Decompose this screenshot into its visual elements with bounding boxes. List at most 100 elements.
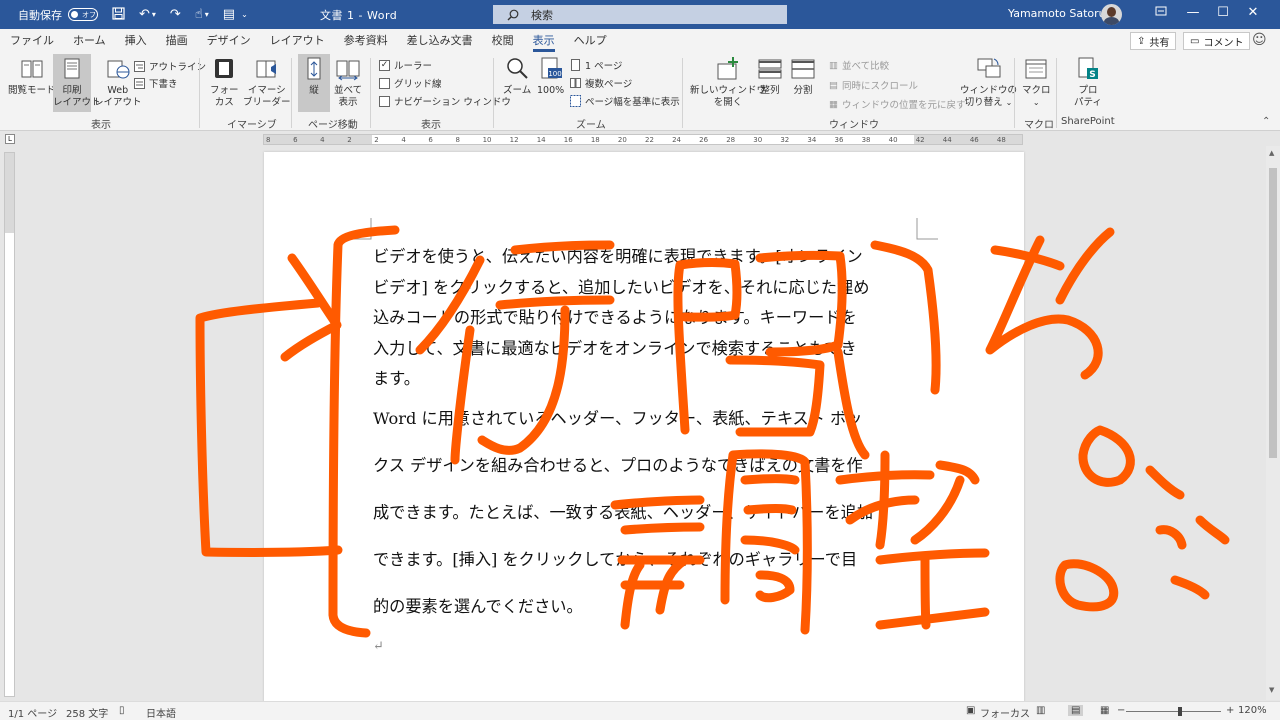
feedback-icon[interactable]: ☺ bbox=[1252, 32, 1267, 48]
undo-icon[interactable]: ↶ bbox=[139, 8, 150, 21]
ruler-tick-label: 6 bbox=[293, 136, 298, 144]
word-count[interactable]: 258 文字 bbox=[66, 705, 108, 720]
macros-button[interactable]: マクロ ⌄ bbox=[1022, 56, 1051, 109]
touch-dropdown-icon[interactable]: ▾ bbox=[205, 10, 209, 19]
comment-label: コメント bbox=[1203, 37, 1244, 49]
view-side-by-side-label: 並べて比較 bbox=[841, 61, 890, 72]
view-side-by-side-button[interactable]: ▥ 並べて比較 bbox=[829, 58, 890, 73]
zoom-in-icon[interactable]: + bbox=[1226, 705, 1234, 716]
ruler-tick-label: 16 bbox=[563, 136, 573, 144]
arrange-all-button[interactable]: 整列 bbox=[757, 56, 783, 97]
autosave-toggle[interactable]: オフ bbox=[68, 8, 98, 21]
outline-button[interactable]: アウトライン bbox=[134, 59, 206, 73]
tab-mailings[interactable]: 差し込み文書 bbox=[407, 32, 473, 52]
ruler-tick-label: 2 bbox=[347, 136, 352, 144]
customize-qat-icon[interactable]: ⌄ bbox=[241, 10, 248, 19]
tab-draw[interactable]: 描画 bbox=[166, 32, 188, 52]
tab-insert[interactable]: 挿入 bbox=[125, 32, 147, 52]
focus-mode-icon[interactable]: ▣ bbox=[966, 705, 975, 716]
ribbon-display-icon[interactable] bbox=[1146, 5, 1176, 21]
ruler-checkbox[interactable]: ✓ ルーラー bbox=[379, 58, 432, 72]
maximize-icon[interactable]: ☐ bbox=[1208, 5, 1238, 20]
dropdown-icon: ⌄ bbox=[1032, 98, 1040, 107]
new-window-button[interactable]: 新しいウィンドウ を開く bbox=[690, 56, 766, 109]
avatar[interactable] bbox=[1101, 4, 1122, 25]
one-page-button[interactable]: 1 ページ bbox=[570, 58, 622, 72]
draft-button[interactable]: 下書き bbox=[134, 76, 178, 90]
zoom-100-button[interactable]: 100 100% bbox=[537, 56, 564, 97]
multiple-pages-label: 複数ページ bbox=[585, 79, 633, 90]
redo-icon[interactable]: ↷ bbox=[170, 8, 181, 21]
ribbon-tabs: ファイル ホーム 挿入 描画 デザイン レイアウト 参考資料 差し込み文書 校閲… bbox=[0, 29, 1280, 52]
language[interactable]: 日本語 bbox=[146, 705, 176, 720]
save-icon[interactable] bbox=[112, 6, 125, 23]
ruler-tick-label: 32 bbox=[780, 136, 790, 144]
navigation-pane-checkbox[interactable]: ナビゲーション ウィンドウ bbox=[379, 94, 511, 108]
ruler-tick-label: 34 bbox=[807, 136, 817, 144]
read-mode-view-icon[interactable]: ▥ bbox=[1036, 705, 1045, 716]
tab-design[interactable]: デザイン bbox=[207, 32, 251, 52]
scroll-up-icon[interactable]: ▲ bbox=[1269, 149, 1274, 157]
properties-button[interactable]: S プロ パティ bbox=[1074, 56, 1102, 109]
multiple-pages-button[interactable]: 複数ページ bbox=[570, 76, 632, 90]
switch-windows-button[interactable]: ウィンドウの 切り替え ⌄ bbox=[960, 56, 1017, 109]
zoom-button[interactable]: ズーム bbox=[503, 56, 531, 97]
tab-review[interactable]: 校閲 bbox=[492, 32, 514, 52]
web-layout-view-icon[interactable]: ▦ bbox=[1100, 705, 1109, 716]
print-preview-icon[interactable]: ▤ bbox=[223, 8, 235, 21]
focus-button[interactable]: フォー カス bbox=[210, 56, 239, 109]
reset-window-position-button[interactable]: ▦ ウィンドウの位置を元に戻す bbox=[829, 97, 966, 112]
page-width-button[interactable]: ページ幅を基準に表示 bbox=[570, 94, 680, 108]
immersive-reader-label-1: イマーシ bbox=[247, 85, 286, 96]
user-name[interactable]: Yamamoto Satoru bbox=[1008, 7, 1106, 20]
print-layout-button[interactable]: 印刷 レイアウト bbox=[53, 54, 101, 112]
horizontal-ruler[interactable]: 8 6 4 2 2 4 6 8 10 12 14 16 18 20 22 24 26 28 30 32 34 36 38 40… bbox=[263, 134, 1023, 145]
zoom-slider[interactable] bbox=[1126, 707, 1221, 716]
new-window-label-2: を開く bbox=[713, 97, 743, 108]
gridlines-checkbox[interactable]: グリッド線 bbox=[379, 76, 442, 90]
print-layout-view-icon[interactable]: ▤ bbox=[1068, 705, 1084, 716]
ruler-tick-label: 42 bbox=[915, 136, 925, 144]
zoom-out-icon[interactable]: − bbox=[1117, 705, 1125, 716]
ruler-tick-label: 30 bbox=[753, 136, 763, 144]
ruler-label: ルーラー bbox=[394, 61, 433, 72]
tab-layout[interactable]: レイアウト bbox=[270, 32, 325, 52]
search-box[interactable]: 検索 bbox=[493, 5, 787, 24]
scrollbar-thumb[interactable] bbox=[1269, 168, 1277, 458]
minimize-icon[interactable]: — bbox=[1178, 5, 1208, 20]
close-icon[interactable]: ✕ bbox=[1238, 5, 1268, 20]
side-to-side-button[interactable]: 並べて 表示 bbox=[334, 56, 362, 109]
tab-file[interactable]: ファイル bbox=[10, 32, 54, 52]
tab-home[interactable]: ホーム bbox=[73, 32, 106, 52]
text-line-end: ます。 bbox=[373, 369, 420, 388]
comment-button[interactable]: ▭ コメント bbox=[1183, 32, 1251, 50]
read-mode-button[interactable]: 閲覧モード bbox=[8, 56, 56, 97]
tab-references[interactable]: 参考資料 bbox=[344, 32, 388, 52]
tab-selector-icon[interactable]: L bbox=[5, 134, 15, 144]
sync-scroll-button[interactable]: ▤ 同時にスクロール bbox=[829, 78, 918, 93]
vertical-ruler[interactable] bbox=[4, 152, 15, 697]
focus-mode-label[interactable]: フォーカス bbox=[980, 705, 1030, 720]
collapse-ribbon-icon[interactable]: ⌃ bbox=[1262, 116, 1270, 127]
touch-mode-icon[interactable]: ☝ bbox=[195, 8, 203, 21]
group-label-views: 表示 bbox=[91, 120, 111, 131]
zoom-level[interactable]: 120% bbox=[1238, 705, 1267, 716]
ruler-tick-label: 24 bbox=[672, 136, 681, 144]
document-body[interactable]: ビデオを使うと、伝えたい内容を明確に表現できます。[オンライン ビデオ] をクリ… bbox=[373, 242, 918, 660]
vertical-button[interactable]: 縦 bbox=[298, 54, 330, 112]
proofing-icon[interactable]: ▯ bbox=[119, 705, 125, 716]
immersive-reader-button[interactable]: イマーシ ブリーダー bbox=[243, 56, 291, 109]
split-button[interactable]: 分割 bbox=[790, 56, 816, 97]
share-button[interactable]: ⇪ 共有 bbox=[1130, 32, 1177, 50]
scroll-down-icon[interactable]: ▼ bbox=[1269, 686, 1274, 694]
page-count[interactable]: 1/1 ページ bbox=[8, 705, 57, 720]
zoom-slider-knob[interactable] bbox=[1178, 707, 1182, 716]
checkbox-checked-icon: ✓ bbox=[379, 59, 390, 71]
ribbon-separator bbox=[199, 58, 200, 128]
ruler-left-margin bbox=[264, 135, 372, 144]
vertical-scrollbar[interactable]: ▲ ▼ bbox=[1266, 146, 1280, 700]
undo-dropdown-icon[interactable]: ▾ bbox=[152, 10, 156, 19]
tab-view[interactable]: 表示 bbox=[532, 32, 555, 52]
group-label-window: ウィンドウ bbox=[829, 120, 879, 131]
tab-help[interactable]: ヘルプ bbox=[574, 32, 607, 52]
